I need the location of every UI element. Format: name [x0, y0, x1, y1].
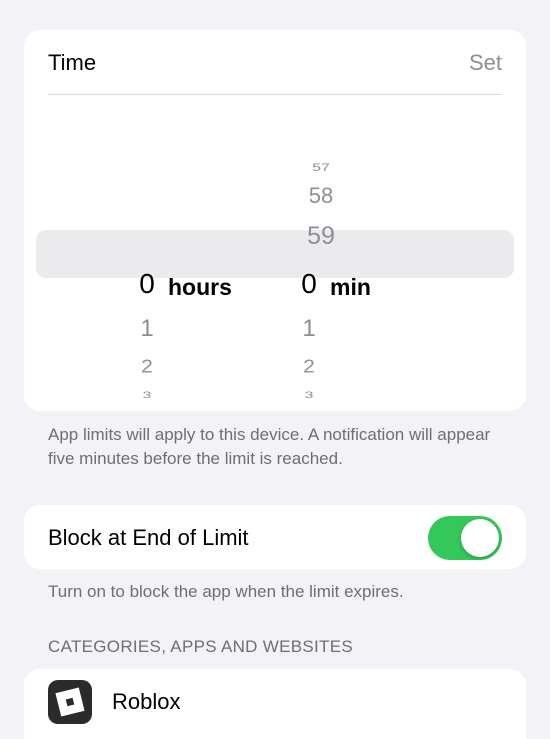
- minutes-option-1[interactable]: 1: [294, 317, 324, 341]
- hours-option-3[interactable]: 3: [132, 391, 162, 401]
- hours-option-1[interactable]: 1: [132, 317, 162, 341]
- minutes-option-57[interactable]: 57: [296, 162, 346, 173]
- toggle-knob: [461, 519, 499, 557]
- app-name: Roblox: [112, 689, 181, 714]
- block-at-end-label: Block at End of Limit: [48, 525, 249, 550]
- hours-option-2[interactable]: 2: [132, 357, 162, 376]
- hours-selected-value[interactable]: 0: [132, 270, 162, 298]
- block-at-end-row: Block at End of Limit: [24, 505, 526, 569]
- roblox-logo-icon: [48, 680, 92, 724]
- minutes-option-58[interactable]: 58: [296, 185, 346, 207]
- block-at-end-toggle[interactable]: [428, 516, 502, 560]
- roblox-logo-icon-graphic: [55, 687, 85, 717]
- minutes-option-59[interactable]: 59: [296, 224, 346, 249]
- section-header: CATEGORIES, APPS AND WEBSITES: [48, 637, 354, 656]
- minutes-option-3[interactable]: 3: [294, 391, 324, 401]
- apps-list: Roblox: [24, 669, 526, 739]
- minutes-selected-value[interactable]: 0: [294, 270, 324, 298]
- set-button[interactable]: Set: [469, 50, 502, 76]
- app-limit-footnote: App limits will apply to this device. A …: [48, 425, 491, 468]
- time-header: Time Set: [48, 30, 502, 95]
- time-card: Time Set 57 58 59 0 hours 0 min 1 2 3 1 …: [24, 30, 526, 411]
- block-footnote: Turn on to block the app when the limit …: [48, 582, 404, 601]
- time-picker[interactable]: 57 58 59 0 hours 0 min 1 2 3 1 2 3: [24, 94, 526, 411]
- minutes-unit-label: min: [330, 274, 371, 300]
- list-item[interactable]: Roblox: [24, 669, 526, 733]
- minutes-option-2[interactable]: 2: [294, 357, 324, 376]
- time-title: Time: [48, 50, 97, 75]
- hours-unit-label: hours: [168, 274, 232, 300]
- picker-selection-highlight: [36, 230, 514, 278]
